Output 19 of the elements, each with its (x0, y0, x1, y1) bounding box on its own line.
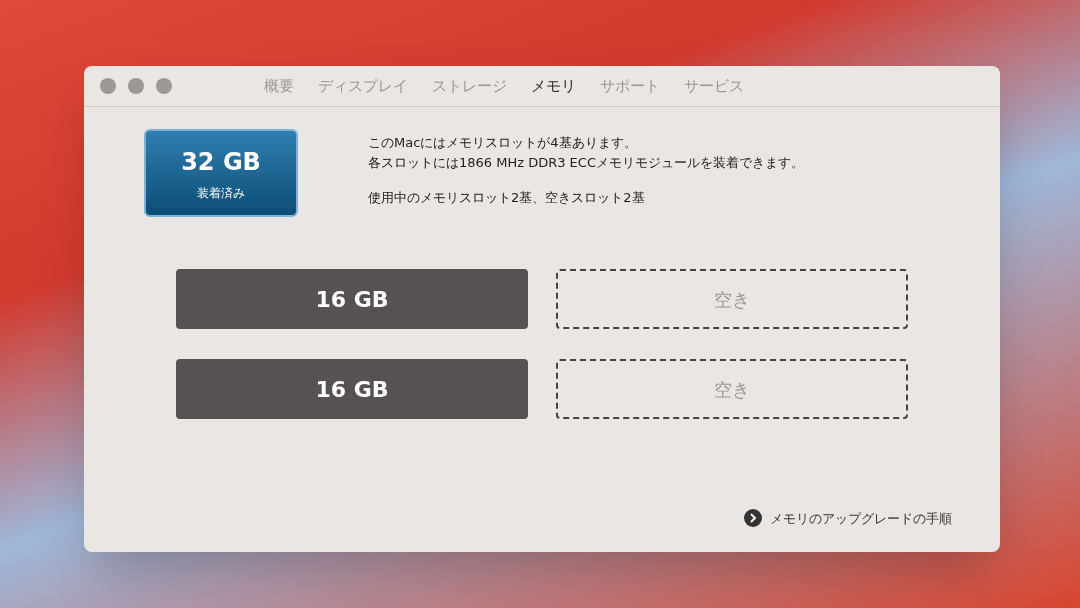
tab[interactable]: サービス (684, 74, 744, 98)
memory-total: 32 GB (181, 147, 261, 178)
memory-module: 16 GB (176, 359, 528, 419)
memory-module: 16 GB (176, 269, 528, 329)
tab[interactable]: ディスプレイ (318, 74, 408, 98)
window-control-icon[interactable] (156, 78, 172, 94)
tab[interactable]: 概要 (264, 74, 294, 98)
window-control-icon[interactable] (100, 78, 116, 94)
slot-info-text: このMacにはメモリスロットが4基あります。 (368, 134, 638, 152)
slot-info-text: 各スロットには1866 MHz DDR3 ECCメモリモジュールを装着できます。 (368, 153, 804, 172)
tab[interactable]: サポート (600, 74, 660, 98)
tab[interactable]: メモリ (531, 74, 576, 98)
upgrade-instructions-link[interactable]: メモリのアップグレードの手順 (744, 508, 952, 528)
tab[interactable]: ストレージ (432, 74, 507, 98)
memory-caption: 装着済み (197, 185, 245, 202)
window-control-icon[interactable] (128, 78, 144, 94)
empty-slot: 空き (556, 269, 908, 329)
empty-slot: 空き (556, 359, 908, 419)
slot-usage-text: 使用中のメモリスロット2基、空きスロット2基 (368, 189, 646, 207)
